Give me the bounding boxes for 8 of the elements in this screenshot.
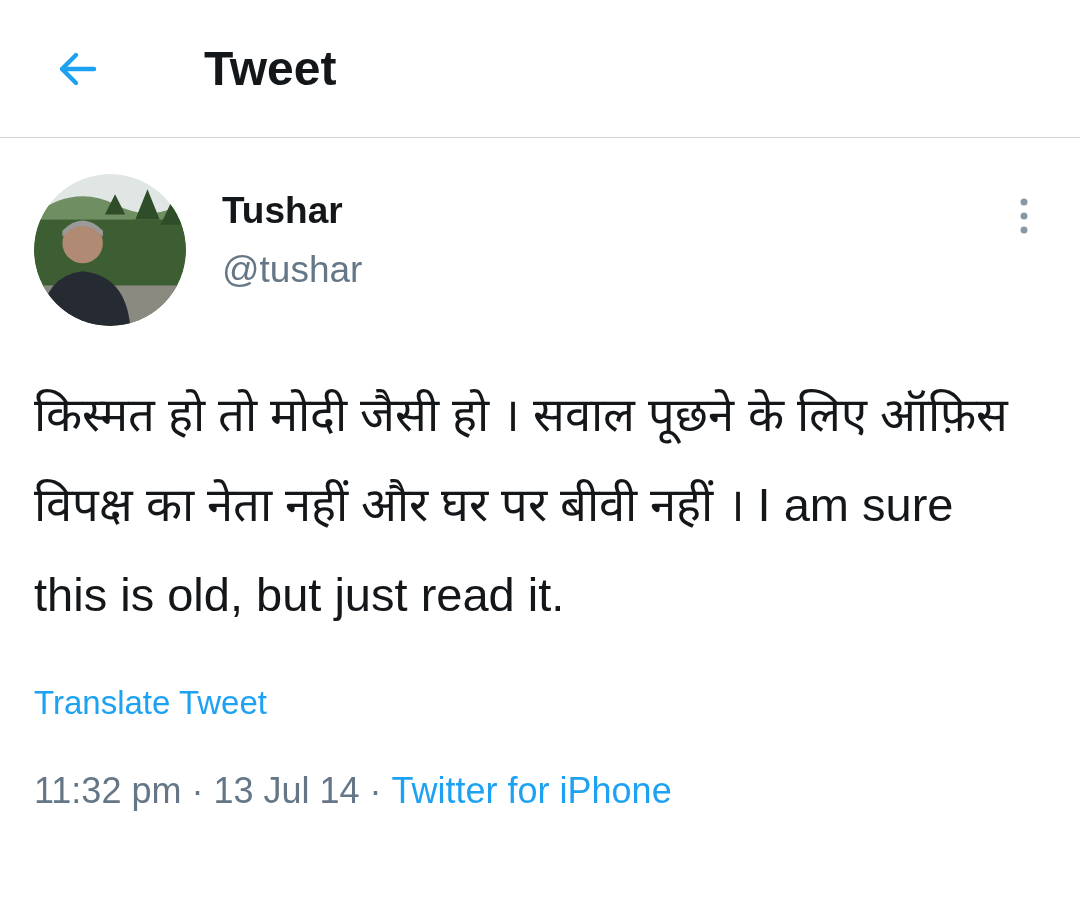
translate-link[interactable]: Translate Tweet	[34, 684, 267, 721]
author-name: Tushar	[222, 192, 344, 229]
more-options-icon[interactable]	[1020, 198, 1028, 234]
tweet-text: किस्मत हो तो मोदी जैसी हो । सवाल पूछने के लिए ऑफ़िस विपक्ष का नेता नहीं और घर पर बीवी नहीं । I am sure this is old, but just read it.	[34, 387, 1010, 623]
page-title: Tweet	[204, 40, 337, 97]
author-handle: @tushar	[222, 251, 363, 288]
timestamp: 11:32 pm · 13 Jul 14 ·	[34, 768, 382, 813]
source-link[interactable]: Twitter for iPhone	[391, 763, 672, 818]
